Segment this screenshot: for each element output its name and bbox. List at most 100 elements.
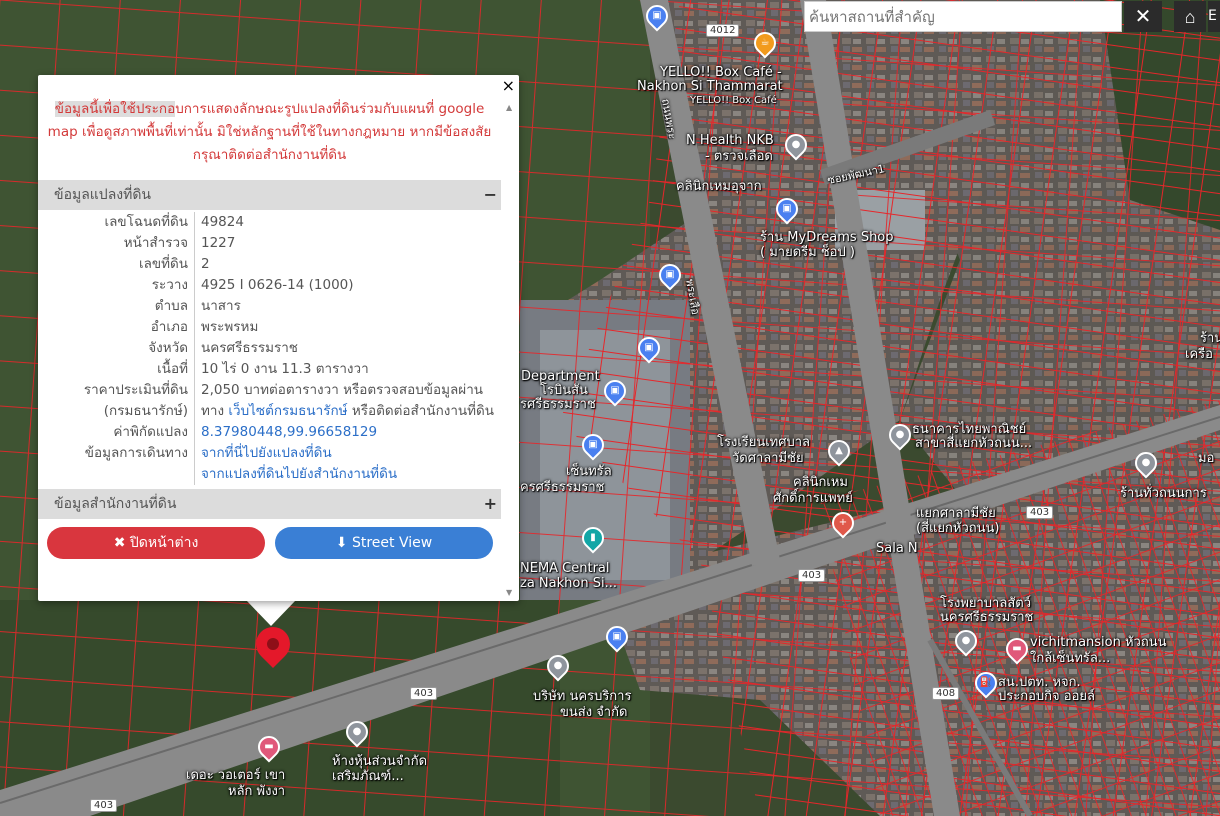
map-label: โรบินสัน xyxy=(540,383,588,398)
map-label: - ตรวจเลือด xyxy=(705,149,773,164)
row-value: 10 ไร่ 0 งาน 11.3 ตารางวา xyxy=(201,361,369,377)
table-row: หน้าสำรวจ 1227 xyxy=(38,233,501,254)
map-label: YELLO!! Box Café - xyxy=(660,65,782,80)
street-view-button[interactable]: ⬇ Street View xyxy=(275,527,493,559)
map-label: (สี่แยกหัวถนน) xyxy=(916,521,1000,536)
treasury-website-link[interactable]: เว็บไซต์กรมธนารักษ์ xyxy=(228,403,347,419)
popup-scrollbar[interactable]: ▲ ▼ xyxy=(503,103,517,597)
map-label: vichitmansion หัวถนน xyxy=(1030,635,1167,650)
price-text-a: ทาง xyxy=(201,403,229,419)
map-label: โรงเรียนเทศบาล xyxy=(717,435,811,450)
table-row: อำเภอ พระพรหม xyxy=(38,317,501,338)
map-label: ใกล้เซ็นทรัล... xyxy=(1030,651,1111,666)
price-key-line2: (กรมธนารักษ์) xyxy=(103,403,188,419)
map-label: วัดศาลามีชัย xyxy=(732,451,804,466)
popup-close-icon[interactable]: × xyxy=(502,76,515,95)
price-text-b: หรือติดต่อสำนักงานที่ดิน xyxy=(347,403,495,419)
coordinate-link[interactable]: 8.37980448,99.96658129 xyxy=(201,424,377,440)
map-label: มอ xyxy=(1198,451,1215,466)
row-value: นาสาร xyxy=(201,298,241,314)
map-label: ขนส่ง จำกัด xyxy=(560,705,628,720)
road-shield: 403 xyxy=(410,687,438,700)
map-label: ศักดิ์การแพทย์ xyxy=(773,491,853,506)
popup-content[interactable]: ข้อมูลนี้เพื่อใช้ประกอบการแสดงลักษณะรูปแ… xyxy=(38,75,501,601)
directions-to-parcel-link[interactable]: จากที่นี่ไปยังแปลงที่ดิน xyxy=(201,443,501,464)
map-label: ร้าน xyxy=(1200,331,1220,346)
row-value: พระพรหม xyxy=(201,319,259,335)
row-value: 4925 I 0626-14 (1000) xyxy=(201,277,354,293)
office-info-header[interactable]: ข้อมูลสำนักงานที่ดิน + xyxy=(38,489,501,519)
close-window-button[interactable]: ✖ ปิดหน้าต่าง xyxy=(47,527,265,559)
collapse-icon[interactable]: − xyxy=(484,180,497,210)
price-value-line2: ทาง เว็บไซต์กรมธนารักษ์ หรือติดต่อสำนักง… xyxy=(201,401,501,422)
office-info-title: ข้อมูลสำนักงานที่ดิน xyxy=(54,496,177,512)
price-value-line1: 2,050 บาทต่อตารางวา หรือตรวจสอบข้อมูลผ่า… xyxy=(201,382,483,398)
map-label: รศรีธรรมราช xyxy=(520,397,596,412)
row-key: หน้าสำรวจ xyxy=(38,233,195,254)
clear-search-button[interactable]: ✕ xyxy=(1124,1,1162,32)
map-label: Nakhon Si Thammarat xyxy=(637,79,783,94)
land-info-section: ข้อมูลแปลงที่ดิน − เลขโฉนดที่ดิน 49824 หน… xyxy=(38,180,501,485)
coord-key: ค่าพิกัดแปลง xyxy=(38,422,195,443)
map-label: เครือ xyxy=(1185,347,1213,362)
row-key: ตำบล xyxy=(38,296,195,317)
map-label: ร้านทั่วถนนการ xyxy=(1120,486,1207,501)
land-info-header[interactable]: ข้อมูลแปลงที่ดิน − xyxy=(38,180,501,210)
road-shield: 408 xyxy=(932,687,960,700)
map-label: หลัก พังงา xyxy=(228,784,286,799)
price-key-line1: ราคาประเมินที่ดิน xyxy=(83,382,188,398)
map-label: ครศรีธรรมราช xyxy=(520,480,605,495)
popup-pointer xyxy=(246,600,296,626)
directions-to-office-link[interactable]: จากแปลงที่ดินไปยังสำนักงานที่ดิน xyxy=(201,464,501,485)
table-row: เลขที่ดิน 2 xyxy=(38,254,501,275)
row-key: จังหวัด xyxy=(38,338,195,359)
road-shield: 4012 xyxy=(706,24,740,37)
row-value: 2 xyxy=(201,256,210,272)
row-key: อำเภอ xyxy=(38,317,195,338)
road-shield: 403 xyxy=(90,799,118,812)
map-label: ธนาคารไทยพาณิชย์ xyxy=(912,422,1027,437)
parcel-info-popup: ข้อมูลนี้เพื่อใช้ประกอบการแสดงลักษณะรูปแ… xyxy=(38,75,519,601)
office-info-section: ข้อมูลสำนักงานที่ดิน + xyxy=(38,489,501,519)
map-label: โรงพยาบาลสัตว์ xyxy=(940,596,1031,611)
row-value: 49824 xyxy=(201,214,244,230)
map-label: แยกศาลามีชัย xyxy=(916,506,996,521)
map-label: คลินิกเหมอุจาก xyxy=(676,179,762,194)
map-label: นครศรีธรรมราช xyxy=(940,610,1034,625)
table-row: จังหวัด นครศรีธรรมราช xyxy=(38,338,501,359)
expand-icon[interactable]: + xyxy=(484,489,497,519)
map-label: Department xyxy=(521,369,600,384)
scroll-down-icon[interactable]: ▼ xyxy=(506,588,512,597)
map-label: N Health NKB xyxy=(686,133,774,148)
map-label: เดอะ วอเตอร์ เขา xyxy=(186,768,286,783)
disclaimer-text: ข้อมูลนี้เพื่อใช้ประกอบการแสดงลักษณะรูปแ… xyxy=(38,75,501,167)
table-row: ระวาง 4925 I 0626-14 (1000) xyxy=(38,275,501,296)
map-label: บริษัท นครบริการ xyxy=(533,689,632,704)
extra-button[interactable]: E xyxy=(1208,1,1220,32)
map-label: ห้างหุ้นส่วนจำกัด xyxy=(332,754,428,769)
search-input[interactable] xyxy=(804,1,1122,32)
road-shield: 403 xyxy=(1026,506,1054,519)
map-label: ( มายดรีม ช็อป ) xyxy=(760,245,855,260)
road-shield: 403 xyxy=(798,569,826,582)
table-row: ราคาประเมินที่ดิน (กรมธนารักษ์) 2,050 บาท… xyxy=(38,380,501,422)
map-label: คลินิกเหม xyxy=(793,475,849,490)
table-row: ค่าพิกัดแปลง 8.37980448,99.96658129 xyxy=(38,422,501,443)
land-info-table: เลขโฉนดที่ดิน 49824 หน้าสำรวจ 1227 เลขที่ด… xyxy=(38,212,501,485)
price-value: 2,050 บาทต่อตารางวา หรือตรวจสอบข้อมูลผ่า… xyxy=(195,380,502,422)
row-key: ระวาง xyxy=(38,275,195,296)
map-label: สน.ปตท. หจก. xyxy=(998,675,1081,690)
home-button[interactable]: ⌂ xyxy=(1174,1,1206,32)
map-label: ประกอบกิจ ออยล์ xyxy=(998,689,1095,704)
scroll-up-icon[interactable]: ▲ xyxy=(506,103,512,112)
disclaimer-highlight: ข้อมูลนี้เพื่อใช้ประกอ xyxy=(54,101,176,117)
table-row: ข้อมูลการเดินทาง จากที่นี่ไปยังแปลงที่ดิ… xyxy=(38,443,501,485)
row-key: เนื้อที่ xyxy=(38,359,195,380)
map-label: za Nakhon Si... xyxy=(520,576,617,591)
row-key: เลขโฉนดที่ดิน xyxy=(38,212,195,233)
table-row: เนื้อที่ 10 ไร่ 0 งาน 11.3 ตารางวา xyxy=(38,359,501,380)
price-key: ราคาประเมินที่ดิน (กรมธนารักษ์) xyxy=(38,380,195,422)
travel-key: ข้อมูลการเดินทาง xyxy=(38,443,195,485)
map-label: NEMA Central xyxy=(520,561,610,576)
land-info-title: ข้อมูลแปลงที่ดิน xyxy=(54,187,152,203)
